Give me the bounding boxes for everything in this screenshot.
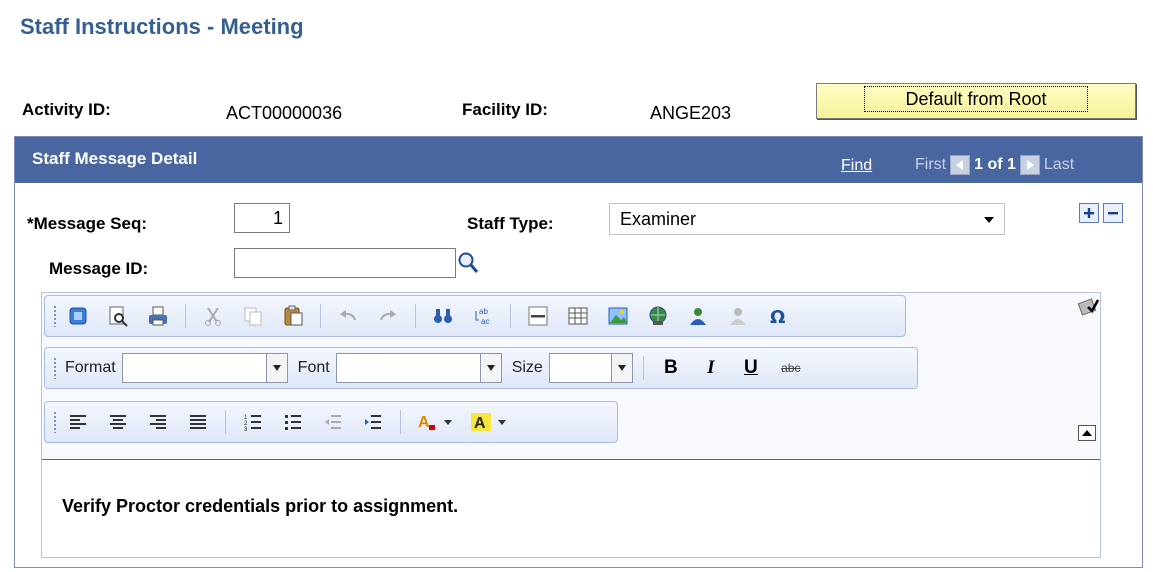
source-icon[interactable]	[65, 303, 91, 329]
unlink-people-icon[interactable]	[725, 303, 751, 329]
facility-id-label: Facility ID:	[462, 100, 548, 119]
undo-icon[interactable]	[335, 303, 361, 329]
staff-type-label: Staff Type:	[467, 214, 554, 233]
toolbar-separator	[320, 304, 321, 328]
spellcheck-icon[interactable]	[1077, 295, 1100, 322]
font-label: Font	[297, 359, 330, 376]
svg-text:A: A	[418, 414, 430, 431]
anchor-people-icon[interactable]	[685, 303, 711, 329]
message-id-input[interactable]	[234, 248, 456, 278]
copy-icon[interactable]	[240, 303, 266, 329]
replace-icon[interactable]: ab ac	[470, 303, 496, 329]
grid-title: Staff Message Detail	[32, 149, 198, 168]
editor-toolbar-row-3: 123 A A	[44, 401, 618, 443]
size-label: Size	[511, 359, 543, 376]
table-icon[interactable]	[565, 303, 591, 329]
redo-icon[interactable]	[375, 303, 401, 329]
toolbar-separator	[225, 410, 226, 434]
editor-content-area[interactable]: Verify Proctor credentials prior to assi…	[42, 459, 1100, 557]
grid-navigation: First 1 of 1 Last	[915, 155, 1074, 175]
find-link[interactable]: Find	[841, 157, 872, 175]
message-id-label: Message ID:	[49, 259, 149, 278]
toolbar-separator	[642, 356, 644, 380]
svg-text:ab: ab	[479, 307, 488, 316]
toolbar-grip	[53, 411, 57, 433]
staff-message-detail-grid: Staff Message Detail Find First 1 of 1 L…	[14, 136, 1143, 568]
italic-button[interactable]: I	[698, 355, 724, 381]
editor-toolbar-row-2: Format Font Size B I U abc	[44, 347, 918, 389]
toolbar-separator	[415, 304, 416, 328]
align-justify-icon[interactable]	[185, 409, 211, 435]
editor-toolbar-row-1: ab ac Ω	[44, 295, 906, 337]
collapse-toolbar-icon[interactable]	[1078, 425, 1096, 441]
next-icon[interactable]	[1019, 155, 1040, 175]
rich-text-editor: ab ac Ω Format Font Size B I U abc 1 2 3…	[41, 292, 1101, 558]
chevron-down-icon	[265, 354, 287, 382]
size-value	[550, 354, 611, 382]
facility-id-value: ANGE203	[650, 103, 732, 123]
outdent-icon[interactable]	[320, 409, 346, 435]
special-character-icon[interactable]: Ω	[765, 303, 791, 329]
size-select[interactable]	[548, 353, 633, 383]
toolbar-grip	[53, 305, 57, 327]
align-right-icon[interactable]	[145, 409, 171, 435]
add-row-icon[interactable]	[1079, 203, 1099, 223]
toolbar-separator	[400, 410, 401, 434]
last-link[interactable]: Last	[1044, 156, 1074, 174]
bullet-list-icon[interactable]	[280, 409, 306, 435]
chevron-down-icon	[982, 209, 996, 234]
link-globe-icon[interactable]	[645, 303, 671, 329]
editor-body-text: Verify Proctor credentials prior to assi…	[62, 496, 459, 516]
message-seq-input[interactable]	[234, 203, 290, 233]
svg-text:3: 3	[244, 427, 248, 432]
text-color-icon[interactable]: A	[415, 409, 455, 435]
background-color-icon[interactable]: A	[469, 409, 509, 435]
lookup-search-icon[interactable]	[456, 250, 480, 281]
print-icon[interactable]	[145, 303, 171, 329]
numbered-list-icon[interactable]: 123	[240, 409, 266, 435]
delete-row-icon[interactable]	[1103, 203, 1123, 223]
find-binoculars-icon[interactable]	[430, 303, 456, 329]
bold-button[interactable]: B	[658, 355, 684, 381]
horizontal-rule-icon[interactable]	[525, 303, 551, 329]
staff-type-select[interactable]: Examiner	[609, 203, 1005, 235]
paste-icon[interactable]	[280, 303, 306, 329]
chevron-down-icon	[479, 354, 501, 382]
cut-icon[interactable]	[200, 303, 226, 329]
toolbar-separator	[510, 304, 511, 328]
toolbar-grip	[53, 357, 57, 379]
preview-icon[interactable]	[105, 303, 131, 329]
underline-button[interactable]: U	[738, 355, 764, 381]
default-from-root-label: Default from Root	[864, 86, 1088, 112]
message-seq-label: *Message Seq:	[27, 214, 147, 233]
font-value	[337, 354, 480, 382]
grid-header: Staff Message Detail Find First 1 of 1 L…	[15, 137, 1142, 183]
row-count: 1 of 1	[974, 156, 1016, 173]
default-from-root-button[interactable]: Default from Root	[816, 83, 1136, 119]
chevron-down-icon	[610, 354, 632, 382]
strikethrough-button[interactable]: abc	[778, 355, 804, 381]
activity-id-value: ACT00000036	[226, 103, 343, 123]
indent-icon[interactable]	[360, 409, 386, 435]
format-select[interactable]	[121, 353, 288, 383]
svg-text:A: A	[474, 415, 486, 432]
format-value	[123, 354, 266, 382]
svg-text:ac: ac	[481, 317, 489, 326]
svg-text:Ω: Ω	[770, 307, 785, 327]
activity-id-label: Activity ID:	[22, 100, 111, 119]
align-left-icon[interactable]	[65, 409, 91, 435]
toolbar-separator	[185, 304, 186, 328]
align-center-icon[interactable]	[105, 409, 131, 435]
first-link[interactable]: First	[915, 156, 946, 174]
format-label: Format	[65, 359, 116, 376]
staff-type-value: Examiner	[620, 209, 697, 229]
page-title: Staff Instructions - Meeting	[20, 14, 304, 39]
font-select[interactable]	[335, 353, 502, 383]
image-icon[interactable]	[605, 303, 631, 329]
previous-icon[interactable]	[950, 155, 971, 175]
